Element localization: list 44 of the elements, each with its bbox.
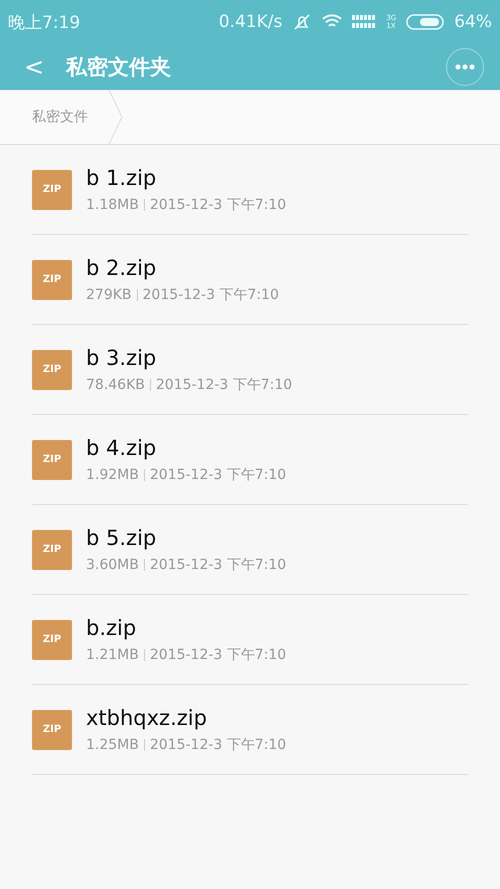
file-name: b 5.zip — [86, 526, 158, 550]
file-row[interactable]: ZIP b 1.zip 1.18MB 2015-12-3 下午7:10 — [32, 145, 468, 235]
battery-percent: 64% — [454, 12, 492, 32]
file-size: 1.25MB — [86, 736, 139, 752]
file-name: b 3.zip — [86, 346, 158, 370]
more-dots-icon — [455, 64, 475, 70]
zip-file-icon: ZIP — [32, 530, 72, 570]
more-button[interactable] — [446, 48, 484, 86]
muted-bell-icon — [292, 13, 312, 31]
file-date: 2015-12-3 下午7:10 — [142, 286, 279, 304]
zip-file-icon: ZIP — [32, 260, 72, 300]
file-row[interactable]: ZIP b.zip 1.21MB 2015-12-3 下午7:10 — [32, 595, 468, 685]
file-date: 2015-12-3 下午7:10 — [150, 556, 286, 574]
file-row[interactable]: ZIP b 2.zip 279KB 2015-12-3 下午7:10 — [32, 235, 468, 325]
file-date: 2015-12-3 下午7:10 — [150, 736, 286, 754]
status-time: 晚上7:19 — [8, 12, 80, 34]
file-row[interactable]: ZIP xtbhqxz.zip 1.25MB 2015-12-3 下午7:10 — [32, 685, 468, 775]
network-speed: 0.41K/s — [218, 12, 282, 32]
file-size: 1.18MB — [86, 196, 139, 212]
file-name: b 2.zip — [86, 256, 158, 280]
battery-icon — [406, 14, 444, 30]
file-name: xtbhqxz.zip — [86, 706, 208, 730]
page-title: 私密文件夹 — [66, 54, 172, 81]
file-row[interactable]: ZIP b 5.zip 3.60MB 2015-12-3 下午7:10 — [32, 505, 468, 595]
file-size: 1.21MB — [86, 646, 139, 662]
zip-file-icon: ZIP — [32, 710, 72, 750]
file-row[interactable]: ZIP b 3.zip 78.46KB 2015-12-3 下午7:10 — [32, 325, 468, 415]
file-size: 78.46KB — [86, 376, 145, 392]
zip-file-icon: ZIP — [32, 350, 72, 390]
zip-file-icon: ZIP — [32, 620, 72, 660]
signal-icon — [352, 15, 376, 29]
file-date: 2015-12-3 下午7:10 — [156, 376, 292, 394]
zip-file-icon: ZIP — [32, 440, 72, 480]
file-date: 2015-12-3 下午7:10 — [150, 196, 286, 214]
file-size: 279KB — [86, 286, 132, 302]
file-name: b 4.zip — [86, 436, 158, 460]
file-size: 3.60MB — [86, 556, 139, 572]
file-date: 2015-12-3 下午7:10 — [150, 646, 286, 664]
file-row[interactable]: ZIP b 4.zip 1.92MB 2015-12-3 下午7:10 — [32, 415, 468, 505]
file-date: 2015-12-3 下午7:10 — [150, 466, 286, 484]
file-name: b.zip — [86, 616, 138, 640]
file-name: b 1.zip — [86, 166, 158, 190]
zip-file-icon: ZIP — [32, 170, 72, 210]
file-size: 1.92MB — [86, 466, 139, 482]
